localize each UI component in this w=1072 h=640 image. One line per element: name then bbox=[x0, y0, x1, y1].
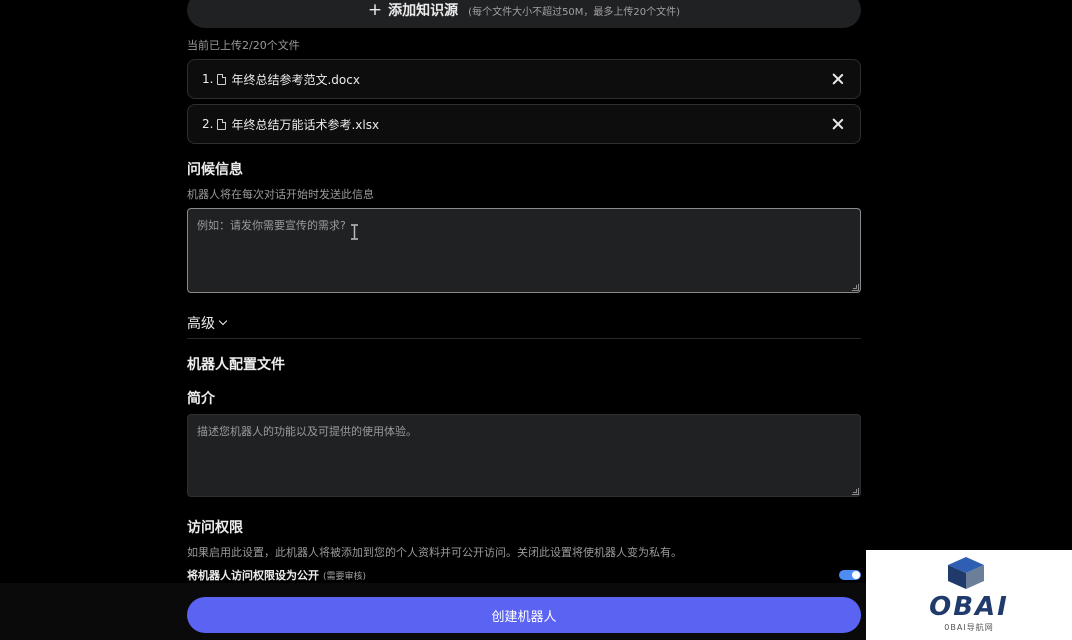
create-bot-form: + 添加知识源 (每个文件大小不超过50M，最多上传20个文件) 当前已上传2/… bbox=[0, 0, 1072, 640]
greeting-input[interactable] bbox=[187, 208, 861, 293]
watermark-brand: OBAI bbox=[929, 592, 1009, 622]
advanced-label: 高级 bbox=[187, 316, 215, 332]
file-name: 年终总结万能话术参考.xlsx bbox=[231, 117, 380, 132]
intro-input[interactable] bbox=[187, 414, 861, 497]
switch-knob bbox=[852, 571, 860, 579]
chevron-down-icon bbox=[218, 316, 228, 326]
text-cursor-icon bbox=[351, 224, 358, 240]
resize-handle-icon[interactable] bbox=[852, 488, 859, 495]
file-item: 2. 年终总结万能话术参考.xlsx bbox=[187, 104, 861, 144]
upload-count: 当前已上传2/20个文件 bbox=[187, 39, 300, 52]
cube-logo-icon bbox=[948, 557, 984, 589]
add-knowledge-hint: (每个文件大小不超过50M，最多上传20个文件) bbox=[468, 6, 681, 18]
divider bbox=[187, 338, 861, 339]
file-icon bbox=[217, 73, 227, 85]
remove-file-icon[interactable] bbox=[830, 116, 846, 132]
file-index: 1. bbox=[202, 72, 214, 86]
plus-icon: + bbox=[367, 0, 383, 20]
public-access-row: 将机器人访问权限设为公开 (需要审核) bbox=[187, 567, 861, 583]
access-desc: 如果启用此设置，此机器人将被添加到您的个人资料并可公开访问。关闭此设置将使机器人… bbox=[187, 546, 682, 559]
file-index: 2. bbox=[202, 117, 214, 131]
file-icon bbox=[217, 118, 227, 130]
profile-title: 机器人配置文件 bbox=[187, 357, 285, 373]
watermark-logo: OBAI 0BAI导航网 bbox=[866, 550, 1072, 640]
greeting-desc: 机器人将在每次对话开始时发送此信息 bbox=[187, 188, 374, 201]
review-required-note: (需要审核) bbox=[323, 571, 367, 582]
add-knowledge-source-button[interactable]: + 添加知识源 (每个文件大小不超过50M，最多上传20个文件) bbox=[187, 0, 861, 28]
file-name: 年终总结参考范文.docx bbox=[231, 72, 360, 87]
watermark-sub: 0BAI导航网 bbox=[944, 623, 994, 632]
access-title: 访问权限 bbox=[187, 520, 243, 536]
public-access-label: 将机器人访问权限设为公开 bbox=[187, 569, 319, 582]
create-bot-button[interactable]: 创建机器人 bbox=[187, 597, 861, 633]
add-knowledge-label: 添加知识源 bbox=[388, 3, 459, 19]
file-item: 1. 年终总结参考范文.docx bbox=[187, 59, 861, 99]
greeting-title: 问候信息 bbox=[187, 162, 243, 178]
advanced-toggle[interactable]: 高级 bbox=[187, 313, 861, 333]
remove-file-icon[interactable] bbox=[830, 71, 846, 87]
public-access-switch[interactable] bbox=[839, 570, 861, 580]
intro-title: 简介 bbox=[187, 391, 215, 407]
resize-handle-icon[interactable] bbox=[852, 284, 859, 291]
